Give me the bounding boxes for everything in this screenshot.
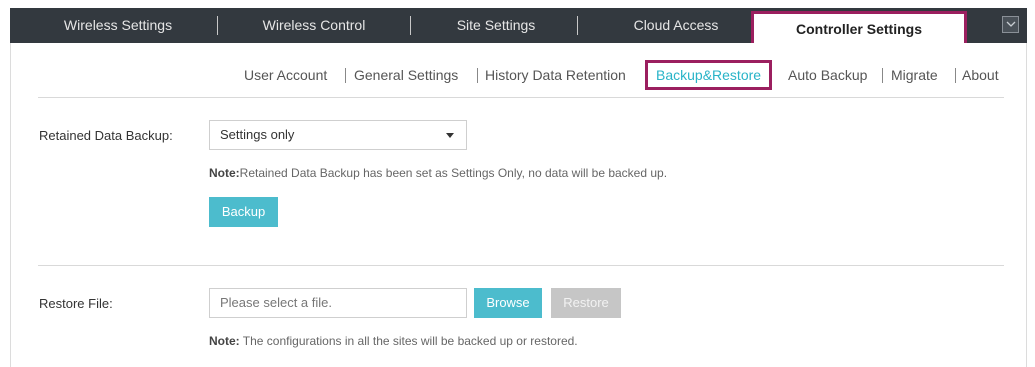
browse-button[interactable]: Browse (474, 288, 542, 318)
select-value: Settings only (220, 127, 295, 142)
sub-navigation: User Account General Settings History Da… (0, 60, 1035, 90)
caret-down-icon (446, 133, 454, 138)
chevron-down-icon (1006, 21, 1016, 27)
tab-wireless-settings[interactable]: Wireless Settings (28, 8, 208, 43)
backup-note-prefix: Note: (209, 166, 240, 180)
restore-file-input[interactable]: Please select a file. (209, 288, 467, 318)
retained-data-backup-select[interactable]: Settings only (209, 120, 467, 150)
subnav-separator (345, 68, 346, 83)
subnav-item-auto-backup[interactable]: Auto Backup (788, 66, 867, 84)
retained-data-backup-label: Retained Data Backup: (39, 128, 173, 143)
subnav-separator (477, 68, 478, 83)
tab-separator (410, 16, 411, 35)
tab-separator (217, 16, 218, 35)
subnav-item-migrate[interactable]: Migrate (891, 66, 938, 84)
backup-button[interactable]: Backup (209, 197, 278, 227)
backup-note-text: Retained Data Backup has been set as Set… (239, 166, 668, 180)
restore-file-label: Restore File: (39, 296, 113, 311)
restore-note-prefix: Note: (209, 334, 240, 348)
divider (38, 97, 1004, 98)
restore-note: Note: The configurations in all the site… (209, 334, 578, 348)
tab-separator (577, 16, 578, 35)
content-frame (10, 43, 1027, 367)
tab-controller-settings[interactable]: Controller Settings (751, 11, 967, 43)
subnav-separator (955, 68, 956, 83)
restore-button[interactable]: Restore (551, 288, 621, 318)
subnav-item-backup-restore[interactable]: Backup&Restore (645, 60, 773, 90)
backup-note: Note:Retained Data Backup has been set a… (209, 166, 667, 180)
subnav-separator (882, 68, 883, 83)
divider (38, 265, 1004, 266)
subnav-item-history-data-retention[interactable]: History Data Retention (485, 66, 626, 84)
subnav-item-user-account[interactable]: User Account (244, 66, 327, 84)
subnav-item-general-settings[interactable]: General Settings (354, 66, 458, 84)
tab-cloud-access[interactable]: Cloud Access (586, 8, 766, 43)
restore-note-text: The configurations in all the sites will… (239, 334, 578, 348)
tab-site-settings[interactable]: Site Settings (412, 8, 580, 43)
top-navigation: Wireless Settings Wireless Control Site … (10, 8, 1027, 43)
tab-wireless-control[interactable]: Wireless Control (224, 8, 404, 43)
subnav-item-about[interactable]: About (962, 66, 999, 84)
collapse-button[interactable] (1002, 16, 1019, 33)
